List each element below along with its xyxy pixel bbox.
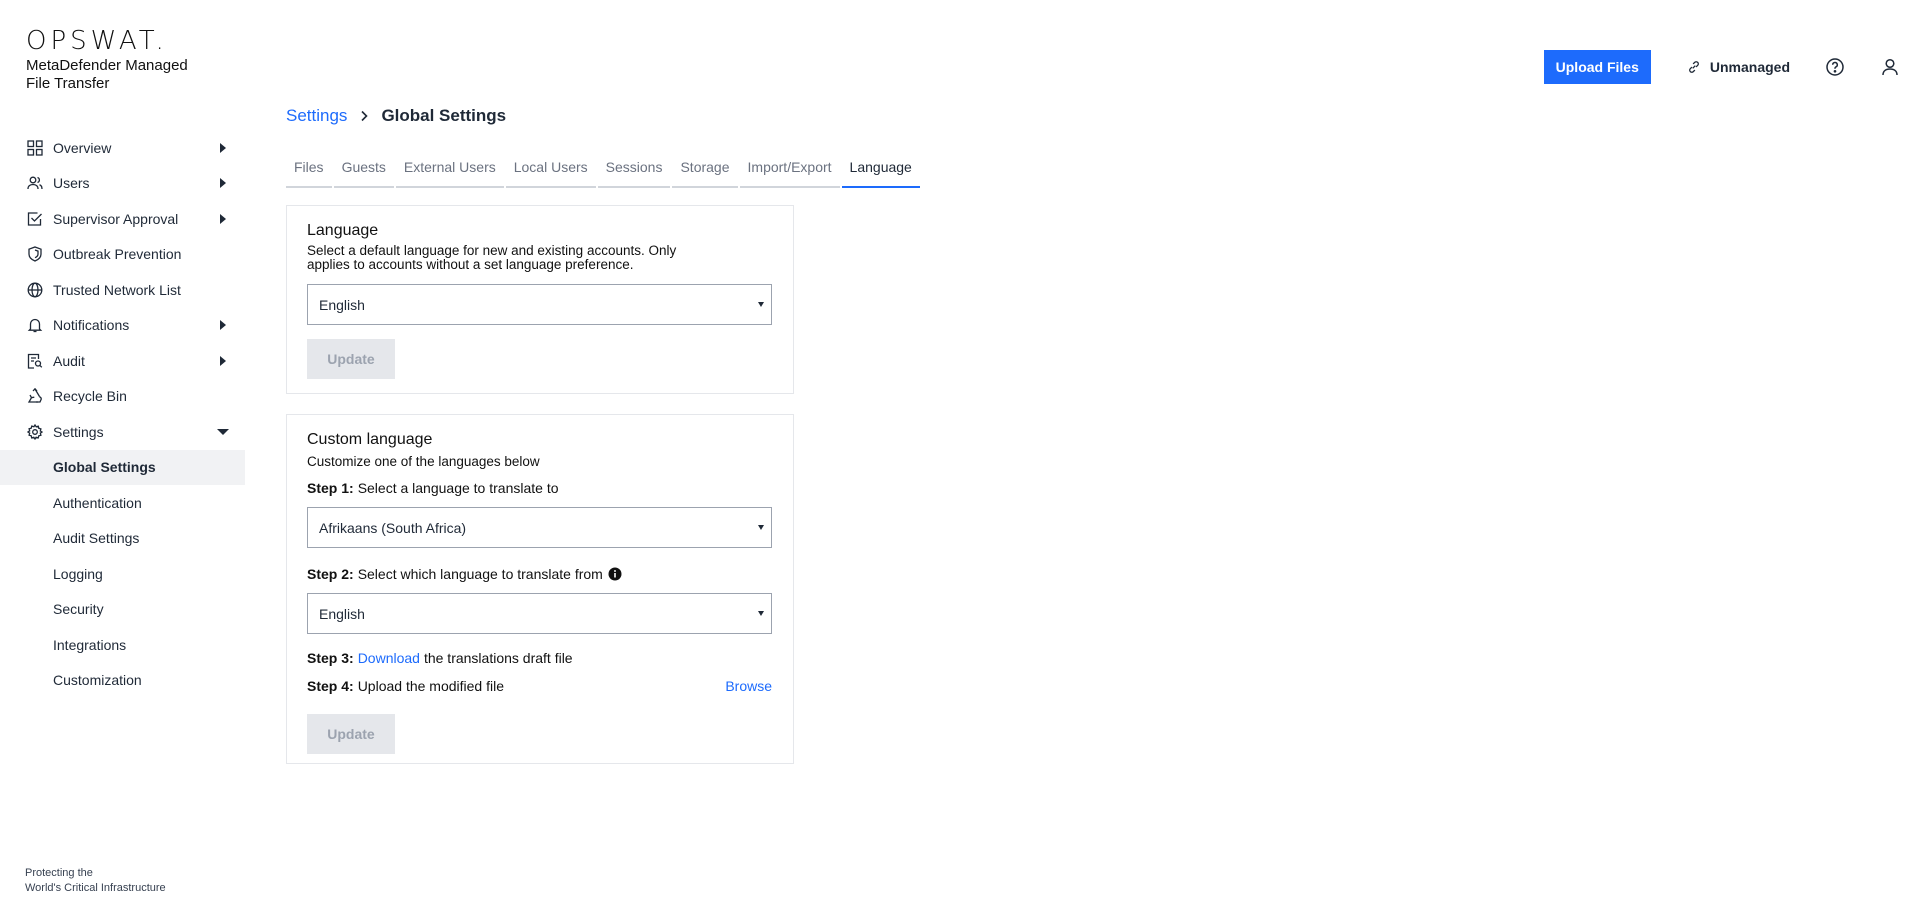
chevron-right-icon [220, 213, 226, 224]
footer-line: World's Critical Infrastructure [25, 882, 166, 894]
grid-icon [26, 139, 44, 157]
sidebar-subitem-audit-settings[interactable]: Audit Settings [0, 521, 245, 557]
chevron-right-icon [220, 355, 226, 366]
sidebar-subitem-logging[interactable]: Logging [0, 556, 245, 592]
settings-tabs: Files Guests External Users Local Users … [286, 157, 922, 188]
link-icon [1688, 61, 1699, 73]
language-update-button[interactable]: Update [307, 339, 395, 379]
sidebar-item-label: Trusted Network List [53, 281, 181, 298]
language-card-title: Language [307, 222, 379, 239]
sidebar-item-recycle-bin[interactable]: Recycle Bin [0, 379, 245, 415]
page-title: Global Settings [381, 106, 507, 125]
language-card-description: Select a default language for new and ex… [307, 243, 677, 272]
unmanaged-label: Unmanaged [1709, 59, 1790, 75]
translate-from-select[interactable]: English [307, 593, 772, 634]
tab-local-users[interactable]: Local Users [505, 157, 596, 188]
caret-down-icon [758, 525, 764, 530]
tab-language[interactable]: Language [841, 157, 920, 188]
step-2: Step 2: Select which language to transla… [307, 566, 773, 582]
audit-icon [26, 352, 44, 370]
gear-icon [26, 423, 44, 441]
chevron-right-icon [359, 110, 369, 122]
step-1: Step 1: Select a language to translate t… [307, 480, 773, 496]
sidebar-item-notifications[interactable]: Notifications [0, 308, 245, 344]
unmanaged-status[interactable]: Unmanaged [1687, 59, 1790, 75]
breadcrumb: Settings Global Settings [286, 106, 506, 126]
sidebar-item-label: Outbreak Prevention [53, 246, 182, 263]
sidebar-item-supervisor-approval[interactable]: Supervisor Approval [0, 201, 245, 237]
sidebar-subitem-customization[interactable]: Customization [0, 663, 245, 699]
sidebar-item-label: Supervisor Approval [53, 210, 179, 227]
step-1-text: Select a language to translate to [357, 480, 559, 496]
default-language-select[interactable]: English [307, 284, 772, 325]
chevron-right-icon [220, 178, 226, 189]
opswat-wordmark: OPSWAT. [26, 26, 168, 56]
browse-link[interactable]: Browse [725, 678, 772, 694]
sidebar-item-outbreak-prevention[interactable]: Outbreak Prevention [0, 237, 245, 273]
sidebar-subitem-security[interactable]: Security [0, 592, 245, 628]
download-link[interactable]: Download [358, 650, 420, 666]
bell-icon [26, 316, 44, 334]
sidebar-subitem-integrations[interactable]: Integrations [0, 627, 245, 663]
users-icon [26, 174, 44, 192]
footer-line: Protecting the [25, 867, 93, 879]
caret-down-icon [758, 302, 764, 307]
brand-logo[interactable]: OPSWAT. MetaDefender Managed File Transf… [26, 28, 206, 93]
caret-down-icon [758, 611, 764, 616]
step-1-prefix: Step 1: [307, 480, 354, 496]
chevron-down-icon [217, 428, 229, 435]
chevron-right-icon [220, 142, 226, 153]
info-icon[interactable] [608, 567, 622, 581]
sidebar-item-label: Settings [53, 423, 104, 440]
sidebar-item-settings[interactable]: Settings [0, 414, 245, 450]
language-card: Language Select a default language for n… [286, 205, 794, 394]
shield-icon [26, 245, 44, 263]
upload-files-button[interactable]: Upload Files [1543, 50, 1651, 84]
tab-storage[interactable]: Storage [672, 157, 738, 188]
breadcrumb-settings-link[interactable]: Settings [286, 106, 347, 126]
sidebar-item-audit[interactable]: Audit [0, 343, 245, 379]
footer-tagline: Protecting the World's Critical Infrastr… [25, 866, 166, 896]
tab-files[interactable]: Files [286, 157, 332, 188]
step-3-prefix: Step 3: [307, 650, 354, 666]
chevron-right-icon [220, 320, 226, 331]
translate-to-value: Afrikaans (South Africa) [319, 519, 467, 536]
sidebar-subitem-authentication[interactable]: Authentication [0, 485, 245, 521]
tab-import-export[interactable]: Import/Export [739, 157, 840, 188]
step-4: Step 4: Upload the modified file Browse [307, 678, 772, 694]
sidebar-item-label: Notifications [53, 317, 130, 334]
sidebar-subitem-global-settings[interactable]: Global Settings [0, 449, 245, 485]
custom-language-card: Custom language Customize one of the lan… [286, 414, 794, 764]
sidebar-item-label: Users [53, 175, 90, 192]
product-name: MetaDefender Managed File Transfer [26, 57, 188, 92]
user-icon[interactable] [1880, 57, 1900, 77]
custom-language-description: Customize one of the languages below [307, 454, 540, 469]
top-bar: Upload Files Unmanaged [1543, 50, 1900, 84]
sidebar: Overview Users Supervisor Approval Outbr… [0, 130, 245, 698]
custom-language-update-button[interactable]: Update [307, 714, 395, 754]
step-3: Step 3: Download the translations draft … [307, 650, 773, 666]
step-2-prefix: Step 2: [307, 566, 354, 582]
sidebar-item-users[interactable]: Users [0, 166, 245, 202]
checkbox-icon [26, 210, 44, 228]
tab-external-users[interactable]: External Users [395, 157, 504, 188]
translate-to-select[interactable]: Afrikaans (South Africa) [307, 507, 772, 548]
sidebar-item-label: Audit [53, 352, 85, 369]
recycle-icon [26, 387, 44, 405]
globe-icon [26, 281, 44, 299]
step-2-text: Select which language to translate from [357, 566, 603, 582]
sidebar-item-label: Overview [53, 139, 112, 156]
sidebar-item-overview[interactable]: Overview [0, 130, 245, 166]
sidebar-item-trusted-network-list[interactable]: Trusted Network List [0, 272, 245, 308]
step-4-prefix: Step 4: [307, 678, 354, 694]
tab-guests[interactable]: Guests [333, 157, 394, 188]
help-icon[interactable] [1825, 57, 1845, 77]
step-3-text: the translations draft file [423, 650, 573, 666]
tab-sessions[interactable]: Sessions [597, 157, 671, 188]
default-language-value: English [319, 296, 365, 313]
sidebar-item-label: Recycle Bin [53, 388, 127, 405]
translate-from-value: English [319, 605, 365, 622]
custom-language-title: Custom language [307, 431, 433, 448]
step-4-text: Upload the modified file [357, 678, 504, 694]
